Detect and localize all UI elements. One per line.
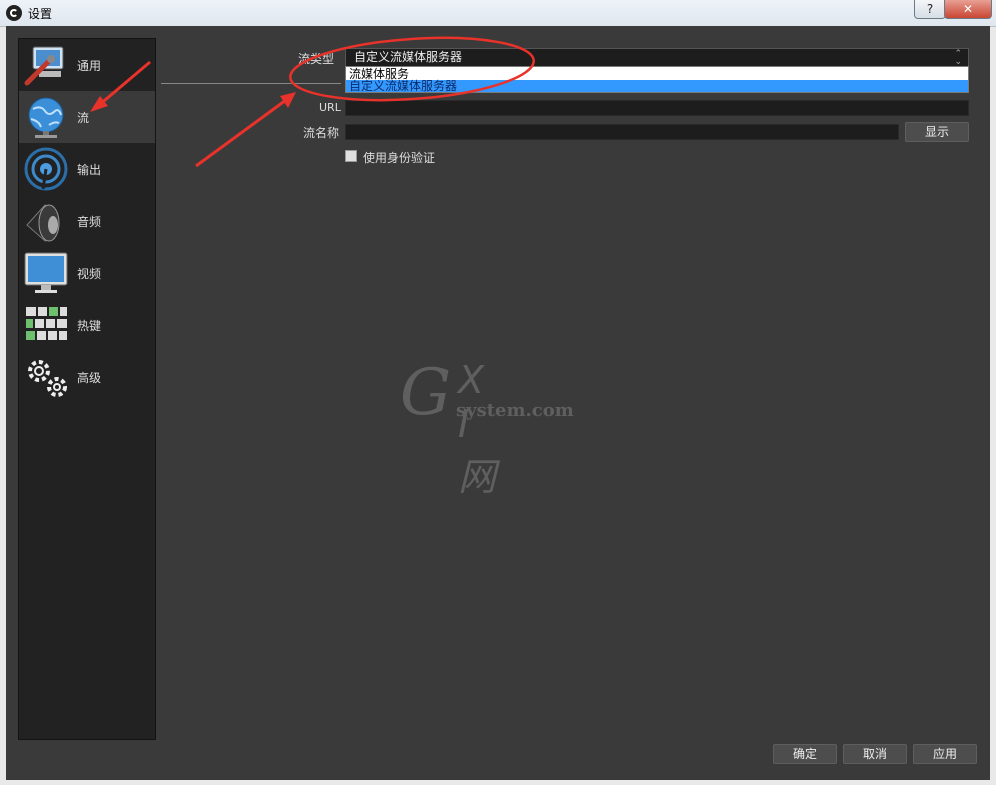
sidebar-item-hotkeys[interactable]: 热键 [19, 299, 155, 351]
obs-logo-icon [6, 5, 22, 21]
sidebar-item-stream[interactable]: 流 [19, 91, 155, 143]
watermark-g: G [400, 356, 452, 430]
settings-sidebar: 通用 流 输出 音频 视频 热键 高级 [18, 38, 156, 740]
use-auth-checkbox[interactable] [345, 150, 357, 162]
dropdown-option-selected[interactable]: 自定义流媒体服务器 [346, 80, 968, 92]
sidebar-item-label: 视频 [77, 267, 102, 281]
stream-type-label: 流类型 [298, 52, 335, 66]
show-key-button[interactable]: 显示 [905, 122, 969, 142]
sidebar-item-label: 音频 [77, 215, 102, 229]
output-icon [24, 147, 68, 191]
gears-icon [28, 360, 67, 397]
stream-type-value: 自定义流媒体服务器 [354, 50, 463, 64]
cancel-button[interactable]: 取消 [843, 744, 907, 764]
url-label: URL [319, 101, 341, 114]
sidebar-item-general[interactable]: 通用 [19, 39, 155, 91]
url-input[interactable] [345, 100, 969, 116]
stream-key-input[interactable] [345, 124, 899, 140]
window-title: 设置 [28, 7, 53, 21]
sidebar-item-advanced[interactable]: 高级 [19, 351, 155, 403]
keyboard-icon [26, 307, 67, 340]
stream-key-label: 流名称 [303, 126, 340, 140]
close-button[interactable]: ✕ [944, 0, 992, 19]
apply-button[interactable]: 应用 [913, 744, 977, 764]
monitor-icon [24, 252, 68, 293]
stream-type-dropdown: 流媒体服务 自定义流媒体服务器 [345, 66, 969, 93]
sidebar-item-label: 流 [77, 111, 90, 125]
ok-button[interactable]: 确定 [773, 744, 837, 764]
general-icon [24, 46, 64, 86]
watermark-sub: system.com [456, 400, 574, 421]
divider [161, 83, 341, 84]
sidebar-item-audio[interactable]: 音频 [19, 195, 155, 247]
help-button[interactable]: ? [914, 0, 946, 19]
settings-content: 通用 流 输出 音频 视频 热键 高级 流类型 自定义流媒体服务器 ⌃ ⌄ 流媒… [6, 26, 990, 780]
sidebar-item-label: 热键 [77, 319, 102, 333]
sidebar-item-label: 高级 [77, 371, 102, 385]
use-auth-label: 使用身份验证 [363, 151, 436, 165]
globe-icon [28, 97, 64, 138]
settings-window: 设置 ? ✕ 通用 流 输出 音频 视频 热键 高级 流类型 自定义流媒体服务器… [0, 0, 996, 785]
sidebar-item-label: 通用 [77, 59, 102, 73]
title-bar: 设置 ? ✕ [0, 0, 996, 27]
stream-type-select[interactable]: 自定义流媒体服务器 ⌃ ⌄ [345, 48, 969, 67]
chevron-updown-icon: ⌃ ⌄ [954, 49, 962, 67]
sidebar-item-video[interactable]: 视频 [19, 247, 155, 299]
sidebar-item-label: 输出 [77, 163, 102, 177]
sidebar-item-output[interactable]: 输出 [19, 143, 155, 195]
speaker-icon [26, 204, 60, 242]
watermark-xi: X I 网 [458, 358, 503, 499]
